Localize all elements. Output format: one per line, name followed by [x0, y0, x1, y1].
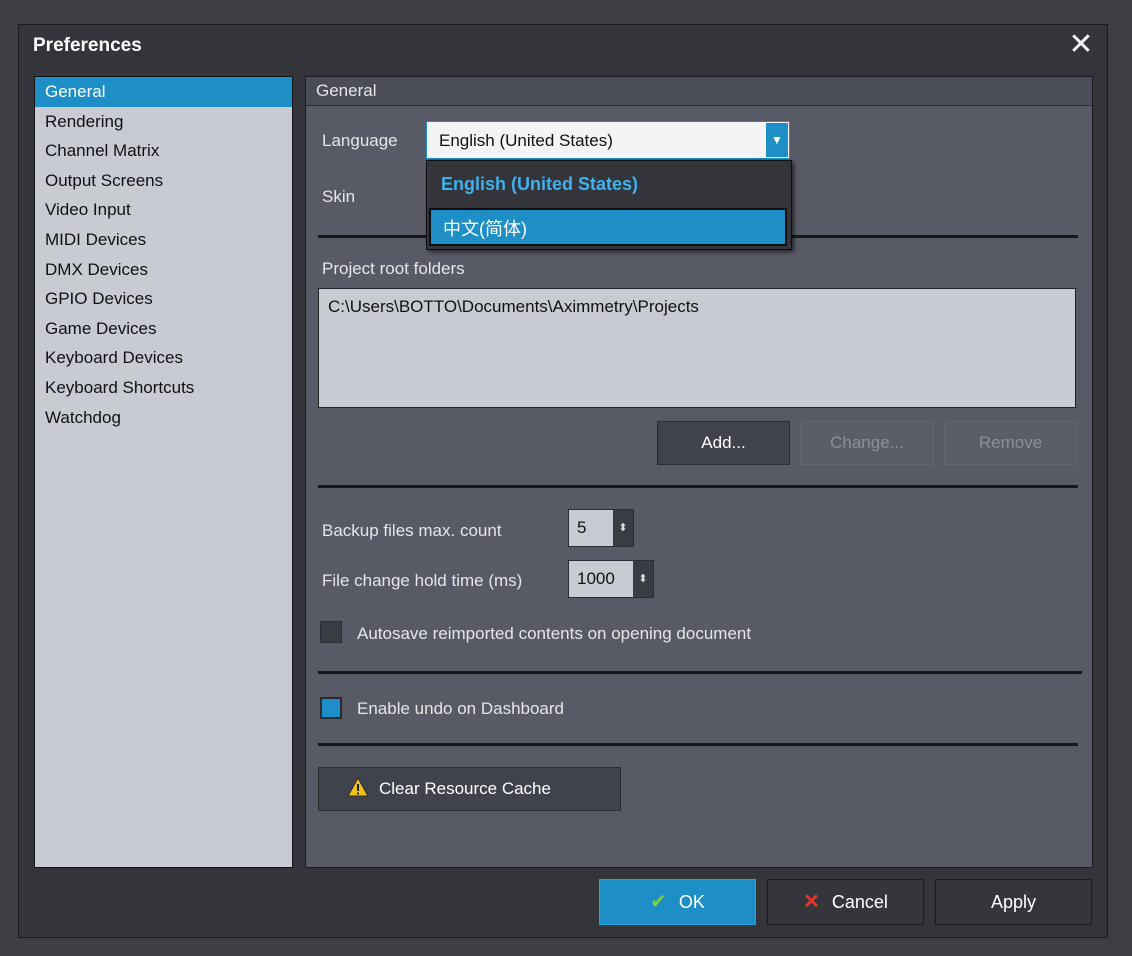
close-icon[interactable]: ✕	[1067, 30, 1095, 60]
title-bar: Preferences ✕	[19, 25, 1107, 71]
clear-cache-label: Clear Resource Cache	[379, 779, 551, 798]
ok-label: OK	[678, 892, 705, 912]
autosave-label[interactable]: Autosave reimported contents on opening …	[357, 624, 751, 644]
skin-label: Skin	[322, 187, 356, 206]
spinner-arrows-icon[interactable]: ⬍	[613, 510, 633, 546]
sidebar-item-general[interactable]: General	[35, 77, 292, 107]
close-icon: ✕	[803, 891, 820, 913]
panel-title: General	[316, 81, 377, 100]
sidebar-item-output-screens[interactable]: Output Screens	[35, 166, 292, 196]
panel-header: General	[306, 77, 1092, 106]
ok-button[interactable]: ✔ OK	[599, 879, 756, 925]
remove-button[interactable]: Remove	[944, 421, 1077, 465]
language-dropdown: English (United States) 中文(简体)	[426, 160, 792, 250]
separator	[318, 485, 1078, 488]
separator	[318, 743, 1078, 746]
language-label: Language	[322, 131, 398, 150]
backup-count-stepper[interactable]: 5 ⬍	[568, 509, 634, 547]
apply-button[interactable]: Apply	[935, 879, 1092, 925]
check-icon: ✔	[650, 891, 667, 913]
dialog-title: Preferences	[33, 35, 142, 56]
hold-time-stepper[interactable]: 1000 ⬍	[568, 560, 654, 598]
project-root-list[interactable]: C:\Users\BOTTO\Documents\Aximmetry\Proje…	[318, 288, 1076, 408]
change-button[interactable]: Change...	[800, 421, 934, 465]
separator	[318, 671, 1082, 674]
list-item[interactable]: C:\Users\BOTTO\Documents\Aximmetry\Proje…	[328, 297, 699, 317]
general-panel: General Language English (United States)…	[305, 76, 1093, 868]
preferences-dialog: Preferences ✕ General Rendering Channel …	[18, 24, 1108, 938]
undo-label[interactable]: Enable undo on Dashboard	[357, 699, 564, 719]
sidebar-item-video-input[interactable]: Video Input	[35, 195, 292, 225]
cancel-button[interactable]: ✕ Cancel	[767, 879, 924, 925]
hold-time-label: File change hold time (ms)	[322, 571, 523, 590]
undo-checkbox[interactable]	[320, 697, 342, 719]
sidebar-item-watchdog[interactable]: Watchdog	[35, 403, 292, 433]
language-select[interactable]: English (United States) ▼	[426, 121, 790, 159]
sidebar-item-rendering[interactable]: Rendering	[35, 107, 292, 137]
add-button[interactable]: Add...	[657, 421, 790, 465]
warning-icon	[347, 776, 369, 797]
language-value: English (United States)	[439, 131, 613, 150]
chevron-down-icon[interactable]: ▼	[766, 123, 788, 157]
sidebar-item-game-devices[interactable]: Game Devices	[35, 314, 292, 344]
project-root-label: Project root folders	[322, 259, 465, 278]
hold-time-value: 1000	[577, 569, 615, 588]
sidebar-item-keyboard-shortcuts[interactable]: Keyboard Shortcuts	[35, 373, 292, 403]
autosave-checkbox[interactable]	[320, 621, 342, 643]
cancel-label: Cancel	[831, 892, 888, 912]
spinner-arrows-icon[interactable]: ⬍	[633, 561, 653, 597]
sidebar-item-gpio-devices[interactable]: GPIO Devices	[35, 284, 292, 314]
language-option-english[interactable]: English (United States)	[429, 165, 787, 203]
sidebar-item-midi-devices[interactable]: MIDI Devices	[35, 225, 292, 255]
clear-resource-cache-button[interactable]: Clear Resource Cache	[318, 767, 621, 811]
sidebar-item-channel-matrix[interactable]: Channel Matrix	[35, 136, 292, 166]
backup-count-value: 5	[577, 518, 587, 537]
category-list: General Rendering Channel Matrix Output …	[34, 76, 293, 868]
backup-count-label: Backup files max. count	[322, 521, 502, 540]
language-option-chinese[interactable]: 中文(简体)	[429, 208, 787, 246]
sidebar-item-keyboard-devices[interactable]: Keyboard Devices	[35, 343, 292, 373]
sidebar-item-dmx-devices[interactable]: DMX Devices	[35, 255, 292, 285]
